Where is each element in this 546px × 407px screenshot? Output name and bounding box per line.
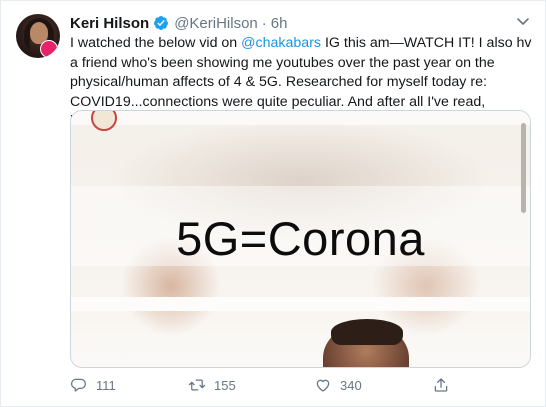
avatar-logo-icon bbox=[40, 40, 58, 58]
heart-icon bbox=[316, 379, 330, 392]
tweet-card[interactable]: Keri Hilson @KeriHilson · 6h I watched t… bbox=[0, 0, 546, 407]
video-scrollbar[interactable] bbox=[521, 123, 526, 213]
tweet-text-part-1: I watched the below vid on bbox=[70, 35, 242, 51]
like-count: 340 bbox=[340, 377, 362, 393]
tweet-header: Keri Hilson @KeriHilson · 6h bbox=[70, 13, 287, 33]
video-top-strip bbox=[71, 111, 530, 125]
share-button[interactable] bbox=[432, 374, 450, 396]
author-name[interactable]: Keri Hilson bbox=[70, 15, 149, 32]
timestamp[interactable]: 6h bbox=[271, 15, 288, 32]
avatar[interactable] bbox=[16, 14, 60, 58]
retweet-icon bbox=[188, 379, 206, 391]
retweet-button[interactable]: 155 bbox=[188, 374, 236, 396]
author-handle[interactable]: @KeriHilson bbox=[174, 15, 258, 32]
person-hair bbox=[331, 319, 403, 345]
mention-link[interactable]: @chakabars bbox=[241, 35, 321, 51]
reply-count: 111 bbox=[96, 377, 116, 393]
separator-dot: · bbox=[261, 14, 267, 32]
verified-badge-icon bbox=[153, 15, 169, 31]
reply-button[interactable]: 111 bbox=[70, 374, 116, 396]
tweet-actions: 111 155 340 bbox=[70, 374, 490, 396]
reply-icon bbox=[70, 378, 87, 392]
video-media[interactable]: 5G=Corona bbox=[70, 110, 531, 368]
retweet-count: 155 bbox=[214, 377, 236, 393]
like-button[interactable]: 340 bbox=[314, 374, 362, 396]
share-icon bbox=[434, 378, 448, 392]
video-divider bbox=[71, 297, 530, 311]
chevron-down-icon[interactable] bbox=[515, 13, 531, 29]
video-caption: 5G=Corona bbox=[176, 212, 425, 265]
